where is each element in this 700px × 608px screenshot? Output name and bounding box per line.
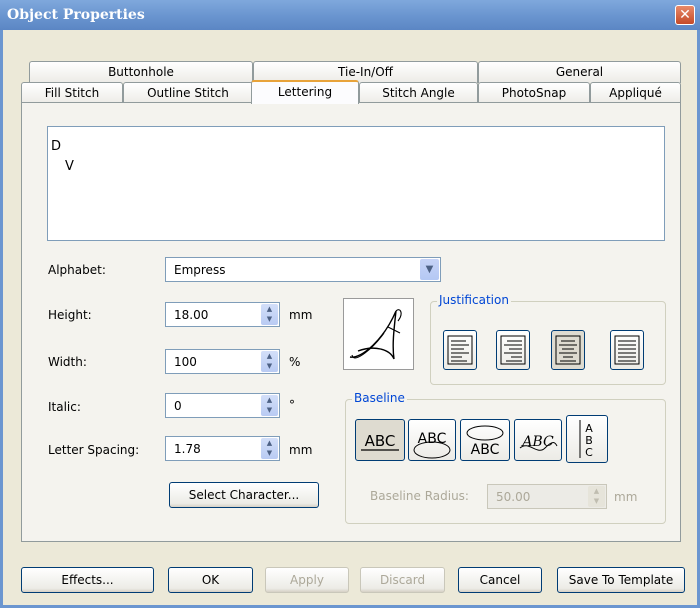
alphabet-value: Empress (174, 263, 226, 277)
alphabet-label: Alphabet: (48, 263, 106, 277)
svg-text:C: C (585, 446, 593, 459)
italic-label: Italic: (48, 400, 81, 414)
baseline-arc-top-icon: ABC (413, 431, 451, 459)
align-center-icon (555, 335, 581, 365)
tab-lettering[interactable]: Lettering (251, 80, 359, 104)
tab-applique[interactable]: Appliqué (590, 82, 681, 104)
spinner-arrows-icon[interactable]: ▲ ▼ (261, 438, 278, 459)
svg-text:ABC: ABC (365, 432, 396, 450)
width-unit: % (289, 355, 301, 369)
baseline-circle-icon: ABC (466, 425, 504, 458)
baseline-radius-value: 50.00 (496, 490, 531, 504)
baseline-radius-input: 50.00 ▲ ▼ (487, 484, 607, 509)
height-unit: mm (289, 308, 313, 322)
baseline-straight-icon: ABC (361, 432, 399, 451)
ok-button[interactable]: OK (168, 567, 253, 593)
discard-button: Discard (360, 567, 445, 593)
align-left-button[interactable] (443, 330, 477, 370)
height-value: 18.00 (174, 308, 209, 322)
svg-text:ABC: ABC (520, 434, 554, 450)
chevron-down-icon[interactable]: ▼ (420, 259, 439, 280)
letter-spacing-spinner[interactable]: 1.78 ▲ ▼ (165, 436, 280, 461)
letter-spacing-value: 1.78 (174, 442, 201, 456)
italic-value: 0 (174, 399, 182, 413)
tab-fill-stitch[interactable]: Fill Stitch (21, 82, 123, 104)
tab-stitch-angle[interactable]: Stitch Angle (359, 82, 478, 104)
lettering-text-input[interactable]: D V (47, 126, 665, 241)
baseline-circle-button[interactable]: ABC (460, 419, 510, 461)
save-to-template-button[interactable]: Save To Template (557, 567, 685, 593)
align-right-button[interactable] (496, 330, 530, 370)
svg-text:ABC: ABC (471, 442, 500, 458)
align-left-icon (447, 335, 473, 365)
align-right-icon (500, 335, 526, 365)
baseline-arc-top-button[interactable]: ABC (408, 419, 456, 461)
window-title: Object Properties (7, 7, 145, 23)
baseline-radius-unit: mm (614, 490, 638, 504)
width-label: Width: (48, 355, 87, 369)
letter-spacing-label: Letter Spacing: (48, 443, 140, 457)
spinner-arrows-icon: ▲ ▼ (588, 486, 605, 507)
alphabet-select[interactable]: Empress ▼ (165, 257, 441, 282)
tab-general[interactable]: General (478, 61, 681, 83)
title-bar: Object Properties ✕ (0, 0, 700, 30)
text-line-2: V (65, 159, 74, 174)
apply-button: Apply (265, 567, 349, 593)
baseline-straight-button[interactable]: ABC (355, 419, 405, 461)
align-center-button[interactable] (551, 330, 585, 370)
spinner-arrows-icon[interactable]: ▲ ▼ (261, 395, 278, 416)
width-spinner[interactable]: 100 ▲ ▼ (165, 349, 280, 374)
spinner-arrows-icon[interactable]: ▲ ▼ (261, 351, 278, 372)
close-icon[interactable]: ✕ (675, 5, 695, 25)
baseline-vertical-icon: A B C (579, 420, 593, 459)
letter-spacing-unit: mm (289, 443, 313, 457)
baseline-radius-label: Baseline Radius: (370, 489, 469, 503)
effects-button[interactable]: Effects... (21, 567, 154, 593)
italic-spinner[interactable]: 0 ▲ ▼ (165, 393, 280, 418)
align-full-icon (614, 335, 640, 365)
tab-outline-stitch[interactable]: Outline Stitch (123, 82, 253, 104)
text-line-1: D (51, 139, 62, 154)
align-full-button[interactable] (610, 330, 644, 370)
script-a-glyph-icon (349, 309, 402, 360)
italic-unit: ° (289, 398, 295, 412)
baseline-wave-icon: ABC (519, 434, 558, 451)
cancel-button[interactable]: Cancel (458, 567, 542, 593)
tab-buttonhole[interactable]: Buttonhole (29, 61, 253, 83)
font-preview (343, 298, 414, 370)
baseline-wave-button[interactable]: ABC (514, 419, 562, 461)
baseline-label: Baseline (352, 391, 407, 405)
tab-photosnap[interactable]: PhotoSnap (478, 82, 590, 104)
height-label: Height: (48, 308, 92, 322)
svg-text:ABC: ABC (418, 431, 447, 447)
baseline-vertical-button[interactable]: A B C (566, 415, 608, 463)
width-value: 100 (174, 355, 197, 369)
height-spinner[interactable]: 18.00 ▲ ▼ (165, 302, 280, 327)
justification-label: Justification (437, 293, 511, 307)
select-character-button[interactable]: Select Character... (169, 482, 319, 508)
spinner-arrows-icon[interactable]: ▲ ▼ (261, 304, 278, 325)
